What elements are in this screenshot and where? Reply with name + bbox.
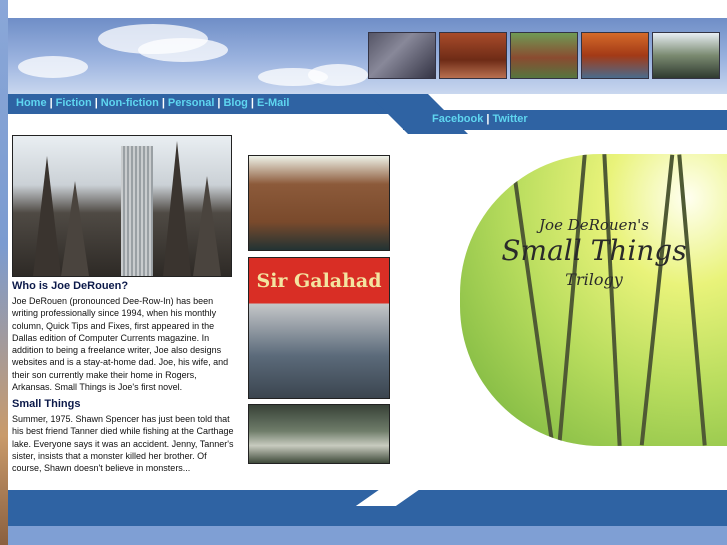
social-links: Facebook | Twitter <box>432 113 528 125</box>
main-navigation: Home | Fiction | Non-fiction | Personal | Blog | E… <box>16 97 290 109</box>
footer-bar <box>8 506 727 526</box>
book-subtitle-line: Trilogy <box>565 270 623 289</box>
brick-house-photo <box>248 155 390 251</box>
small-things-book-cover[interactable]: Joe DeRouen's Small Things Trilogy <box>460 154 727 446</box>
thumbnail-brick-house[interactable] <box>510 32 578 79</box>
footer-background <box>8 526 727 545</box>
thumbnail-forest[interactable] <box>652 32 720 79</box>
about-body: Joe DeRouen (pronounced Dee-Row-In) has … <box>12 296 229 393</box>
book-title-line: Small Things <box>501 234 687 267</box>
toy-box-label: Sir Galahad <box>256 270 382 292</box>
cathedral-photo <box>12 135 232 277</box>
small-things-body: Summer, 1975. Shawn Spencer has just bee… <box>12 414 234 474</box>
nav-link-email[interactable]: E-Mail <box>257 97 289 109</box>
social-link-facebook[interactable]: Facebook <box>432 113 483 125</box>
outdoor-gathering-photo <box>248 404 390 464</box>
nav-link-non-fiction[interactable]: Non-fiction <box>101 97 159 109</box>
thumbnail-autumn-tree[interactable] <box>581 32 649 79</box>
header-thumbnail-strip <box>368 32 720 79</box>
nav-link-home[interactable]: Home <box>16 97 47 109</box>
nav-link-fiction[interactable]: Fiction <box>56 97 92 109</box>
book-author-line: Joe DeRouen's <box>539 216 649 234</box>
about-heading: Who is Joe DeRouen? <box>12 280 129 292</box>
left-background-strip <box>0 0 8 545</box>
nav-link-blog[interactable]: Blog <box>223 97 247 109</box>
small-things-heading: Small Things <box>12 398 81 410</box>
thumbnail-knight-helmet[interactable] <box>368 32 436 79</box>
thumbnail-cathedral-interior[interactable] <box>439 32 507 79</box>
social-link-twitter[interactable]: Twitter <box>492 113 527 125</box>
page-container: Home | Fiction | Non-fiction | Personal | Blog | E… <box>8 0 727 545</box>
sir-galahad-toy-photo: Sir Galahad <box>248 257 390 399</box>
nav-link-personal[interactable]: Personal <box>168 97 214 109</box>
